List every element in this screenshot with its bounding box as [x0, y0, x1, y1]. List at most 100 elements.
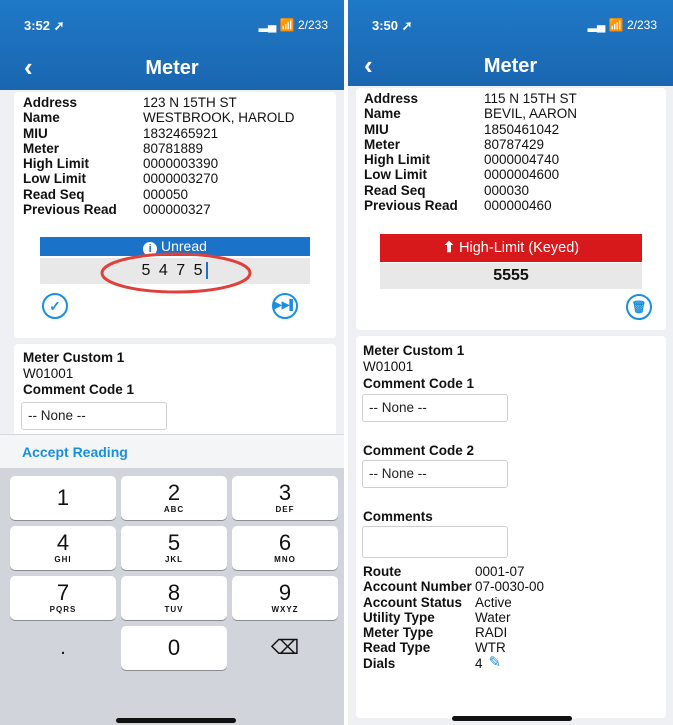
reading-input[interactable]: 5555 — [380, 263, 642, 289]
status-banner-high-limit: ⬆ High-Limit (Keyed) — [380, 234, 642, 262]
detail-label: Name — [364, 106, 401, 122]
status-banner-label: High-Limit (Keyed) — [459, 240, 580, 256]
info-value: Active — [475, 594, 512, 610]
comments-textbox[interactable] — [362, 526, 508, 558]
detail-label: Low Limit — [23, 171, 86, 187]
info-row: Meter Type RADI — [363, 625, 544, 640]
detail-row: Meter 80787429 — [364, 137, 577, 152]
detail-label: Previous Read — [364, 198, 458, 214]
info-value: 0001-07 — [475, 564, 525, 579]
comment-code1-select[interactable]: -- None -- — [362, 394, 508, 422]
key-decimal[interactable]: . — [10, 626, 116, 670]
backspace-icon[interactable]: ⌫ — [232, 626, 338, 670]
detail-value: 0000004740 — [484, 152, 560, 168]
meter-details-card: Address 115 N 15TH ST Name BEVIL, AARON MI… — [356, 88, 666, 330]
detail-label: Low Limit — [364, 167, 427, 183]
detail-label: Read Seq — [23, 186, 85, 202]
detail-value: BEVIL, AARON — [484, 106, 578, 122]
meter-custom-value: W01001 — [23, 366, 74, 381]
key-5[interactable]: 5 JKL — [121, 526, 227, 570]
meter-custom-value: W01001 — [363, 359, 414, 374]
detail-label: High Limit — [364, 152, 430, 168]
comment-code2-label: Comment Code 2 — [363, 443, 475, 458]
key-7[interactable]: 7 PQRS — [10, 576, 116, 620]
info-label: Route — [363, 564, 402, 579]
info-label: Read Type — [363, 640, 431, 656]
detail-value: 80787429 — [484, 136, 545, 152]
detail-label: Meter — [364, 136, 401, 152]
detail-row: MIU 1832465921 — [23, 126, 295, 141]
annotation-ellipse — [100, 252, 252, 294]
detail-label: Name — [23, 110, 60, 126]
info-value: 07-0030-00 — [475, 579, 545, 595]
detail-row: High Limit 0000003390 — [23, 156, 295, 171]
detail-value: 1832465921 — [143, 125, 219, 141]
info-label: Meter Type — [363, 625, 434, 641]
info-value: 4 — [475, 655, 483, 671]
meter-details-card: Address 123 N 15TH ST Name WESTBROOK, HARO… — [14, 92, 336, 338]
app-header: 3:50 ➚ ▂▄ 📶 2/233 ‹ Meter — [348, 0, 673, 86]
comment-code1-label: Comment Code 1 — [363, 376, 475, 391]
key-8[interactable]: 8 TUV — [121, 576, 227, 620]
key-1[interactable]: 1 — [10, 476, 116, 520]
info-row: Account Status Active — [363, 595, 544, 610]
trash-icon[interactable]: 🗑 — [626, 294, 652, 320]
detail-row: Low Limit 0000003270 — [23, 171, 295, 186]
key-3[interactable]: 3 DEF — [232, 476, 338, 520]
info-label: Account Status — [363, 594, 463, 610]
details-list: Address 123 N 15TH ST Name WESTBROOK, HARO… — [23, 95, 295, 217]
detail-row: Name BEVIL, AARON — [364, 106, 577, 121]
detail-value: 0000004600 — [484, 167, 560, 183]
key-2[interactable]: 2 ABC — [121, 476, 227, 520]
left-phone-screen: 3:52 ➚ ▂▄ 📶 2/233 ‹ Meter Address 123 N 1… — [0, 0, 344, 725]
detail-value: 80781889 — [143, 140, 204, 156]
key-6[interactable]: 6 MNO — [232, 526, 338, 570]
detail-row: Previous Read 000000460 — [364, 198, 577, 213]
comments-label: Comments — [363, 509, 433, 524]
detail-value: 115 N 15TH ST — [484, 91, 577, 106]
comment-code1-select[interactable]: -- None -- — [21, 402, 167, 430]
status-time: 3:50 ➚ — [372, 18, 413, 33]
status-indicators: ▂▄ 📶 2/233 — [258, 18, 328, 32]
comment-code2-select[interactable]: -- None -- — [362, 460, 508, 488]
info-value: Water — [475, 609, 511, 625]
info-row: Read Type WTR — [363, 640, 544, 655]
detail-row: Read Seq 000050 — [23, 187, 295, 202]
home-indicator — [452, 716, 572, 721]
detail-label: Address — [364, 91, 419, 106]
accept-check-icon[interactable]: ✓ — [42, 293, 68, 319]
details-list: Address 115 N 15TH ST Name BEVIL, AARON MI… — [364, 91, 577, 213]
detail-label: High Limit — [23, 156, 89, 172]
detail-row: Address 123 N 15TH ST — [23, 95, 295, 110]
detail-value: WESTBROOK, HAROLD — [143, 110, 295, 126]
info-label: Dials — [363, 655, 396, 671]
status-time: 3:52 ➚ — [24, 18, 65, 33]
accept-reading-button[interactable]: Accept Reading — [22, 444, 128, 460]
detail-label: Read Seq — [364, 182, 426, 198]
detail-row: Previous Read 000000327 — [23, 202, 295, 217]
comment-code1-label: Comment Code 1 — [23, 382, 135, 397]
home-indicator — [116, 718, 236, 723]
key-0[interactable]: 0 — [121, 626, 227, 670]
detail-row: Address 115 N 15TH ST — [364, 91, 577, 106]
detail-label: MIU — [23, 125, 48, 141]
edit-pencil-icon[interactable]: ✎ — [489, 655, 502, 671]
reading-value: 5555 — [493, 267, 529, 284]
detail-label: Address — [23, 95, 78, 110]
key-9[interactable]: 9 WXYZ — [232, 576, 338, 620]
detail-label: MIU — [364, 121, 389, 137]
skip-next-icon[interactable]: ▶▶▌ — [272, 293, 298, 319]
custom-fields-card: Meter Custom 1 W01001 Comment Code 1 -- … — [356, 336, 666, 718]
keyboard-accessory-bar: Accept Reading — [0, 434, 344, 468]
meter-custom-label: Meter Custom 1 — [363, 343, 465, 358]
detail-row: MIU 1850461042 — [364, 122, 577, 137]
detail-value: 000050 — [143, 186, 189, 202]
detail-value: 000030 — [484, 182, 530, 198]
info-row: Utility Type Water — [363, 610, 544, 625]
detail-value: 000000460 — [484, 198, 552, 214]
info-row: Account Number 07-0030-00 — [363, 579, 544, 594]
page-title: Meter — [145, 57, 199, 79]
info-value: RADI — [475, 625, 508, 641]
key-4[interactable]: 4 GHI — [10, 526, 116, 570]
info-row: Route 0001-07 — [363, 564, 544, 579]
